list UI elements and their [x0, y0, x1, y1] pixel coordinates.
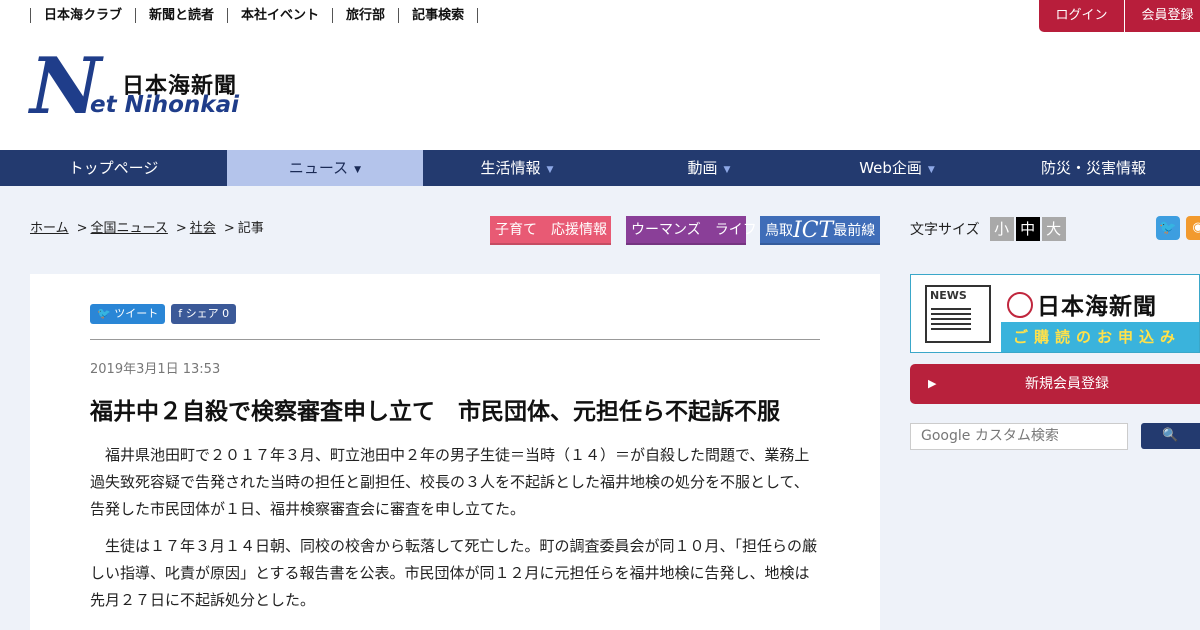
font-size-large[interactable]: 大: [1041, 217, 1066, 241]
tottori-ict-banner[interactable]: 鳥取ICT最前線: [760, 216, 880, 245]
search-icon: 🔍: [1162, 428, 1179, 443]
nav-label: 動画: [687, 159, 718, 177]
nav-label: Web企画: [859, 159, 922, 177]
font-size-medium[interactable]: 中: [1015, 217, 1040, 241]
search-button[interactable]: 🔍: [1141, 423, 1200, 449]
nav-label: トップページ: [68, 159, 159, 177]
nav-label: ニュース: [288, 159, 349, 177]
newspaper-icon: NEWS: [925, 285, 991, 343]
subscription-title: 日本海新聞: [1007, 287, 1157, 321]
twitter-icon[interactable]: 🐦: [1156, 216, 1180, 240]
article-paragraph: 福井県池田町で２０１７年３月、町立池田中２年の男子生徒＝当時（１４）＝が自殺した…: [90, 446, 810, 518]
breadcrumb-sep: >: [175, 221, 187, 236]
auth-buttons: ログイン 会員登録: [1039, 0, 1200, 32]
breadcrumb-sep: >: [223, 221, 235, 236]
divider: [90, 339, 820, 340]
top-link-club[interactable]: 日本海クラブ: [30, 8, 135, 23]
nav-top[interactable]: トップページ: [0, 150, 227, 186]
chevron-down-icon: ▼: [723, 165, 731, 175]
nav-label: 生活情報: [480, 159, 541, 177]
newspaper-lines: [931, 305, 971, 331]
breadcrumb-home[interactable]: ホーム: [30, 221, 69, 236]
logo-mark: N: [30, 41, 101, 132]
breadcrumb: ホーム > 全国ニュース > 社会 > 記事: [30, 217, 264, 236]
nav-label: 防災・災害情報: [1040, 159, 1146, 177]
new-member-register-button[interactable]: ▶ 新規会員登録: [910, 364, 1200, 404]
chevron-down-icon: ▼: [927, 165, 935, 175]
site-logo[interactable]: N 日本海新聞 et Nihonkai: [30, 41, 260, 132]
article-body: 福井県池田町で２０１７年３月、町立池田中２年の男子生徒＝当時（１４）＝が自殺した…: [90, 442, 820, 624]
top-links: 日本海クラブ 新聞と読者 本社イベント 旅行部 記事検索: [30, 8, 479, 23]
tweet-label: ツイート: [114, 307, 159, 320]
twitter-bird-icon: 🐦: [97, 307, 115, 320]
top-link-events[interactable]: 本社イベント: [227, 8, 332, 23]
breadcrumb-current: 記事: [237, 221, 264, 236]
breadcrumb-national[interactable]: 全国ニュース: [91, 221, 168, 236]
new-register-label: 新規会員登録: [1025, 376, 1109, 392]
share-buttons: 🐦 ツイート f シェア 0: [90, 304, 237, 324]
chevron-down-icon: ▼: [546, 165, 554, 175]
logo-en: et Nihonkai: [90, 92, 239, 118]
facebook-share-button[interactable]: f シェア 0: [171, 304, 237, 324]
rss-icon[interactable]: ◉: [1186, 216, 1200, 240]
article-date: 2019年3月1日 13:53: [90, 362, 221, 377]
banner-tottori: 鳥取: [765, 223, 793, 239]
font-size-control: 文字サイズ 小 中 大: [910, 217, 1068, 241]
womans-life-banner[interactable]: ウーマンズ ライフ: [626, 216, 757, 245]
subscription-strip: ご購読のお申込み: [1001, 322, 1199, 352]
banner-ict: ICT: [793, 218, 834, 243]
facebook-share-label: シェア 0: [185, 307, 230, 320]
play-icon: ▶: [928, 377, 937, 390]
top-link-travel[interactable]: 旅行部: [332, 8, 398, 23]
main-nav: トップページ ニュース ▼ 生活情報 ▼ 動画 ▼ Web企画 ▼ 防災・災害情報: [0, 150, 1200, 186]
newspaper-label: NEWS: [930, 289, 967, 302]
breadcrumb-sep: >: [76, 221, 88, 236]
font-size-small[interactable]: 小: [989, 217, 1014, 241]
search-input[interactable]: Google カスタム検索: [910, 423, 1128, 450]
nav-disaster[interactable]: 防災・災害情報: [987, 150, 1200, 186]
kosodate-banner[interactable]: 子育て 応援情報: [490, 216, 611, 245]
login-button[interactable]: ログイン: [1039, 0, 1124, 32]
font-size-label: 文字サイズ: [910, 222, 980, 238]
breadcrumb-society[interactable]: 社会: [190, 221, 216, 236]
facebook-icon: f: [178, 307, 186, 320]
nav-living[interactable]: 生活情報 ▼: [423, 150, 611, 186]
subscription-title-text: 日本海新聞: [1037, 294, 1157, 320]
banner-saizensen: 最前線: [833, 223, 876, 239]
top-link-search[interactable]: 記事検索: [398, 8, 479, 23]
nav-news[interactable]: ニュース ▼: [227, 150, 423, 186]
nav-video[interactable]: 動画 ▼: [611, 150, 807, 186]
register-button[interactable]: 会員登録: [1125, 0, 1200, 32]
subscription-banner[interactable]: NEWS 日本海新聞 ご購読のお申込み: [910, 274, 1200, 353]
site-header: 日本海クラブ 新聞と読者 本社イベント 旅行部 記事検索 ログイン 会員登録 N…: [0, 0, 1200, 150]
article-paragraph: 生徒は１７年３月１４日朝、同校の校舎から転落して死亡した。町の調査委員会が同１０…: [90, 537, 818, 609]
article-headline: 福井中２自殺で検察審査申し立て 市民団体、元担任ら不起訴不服: [90, 399, 780, 425]
chevron-down-icon: ▼: [354, 165, 362, 175]
article-card: 🐦 ツイート f シェア 0 2019年3月1日 13:53 福井中２自殺で検察…: [30, 274, 880, 630]
crest-icon: [1007, 292, 1033, 318]
nav-web[interactable]: Web企画 ▼: [807, 150, 987, 186]
top-link-readers[interactable]: 新聞と読者: [135, 8, 227, 23]
tweet-button[interactable]: 🐦 ツイート: [90, 304, 166, 324]
